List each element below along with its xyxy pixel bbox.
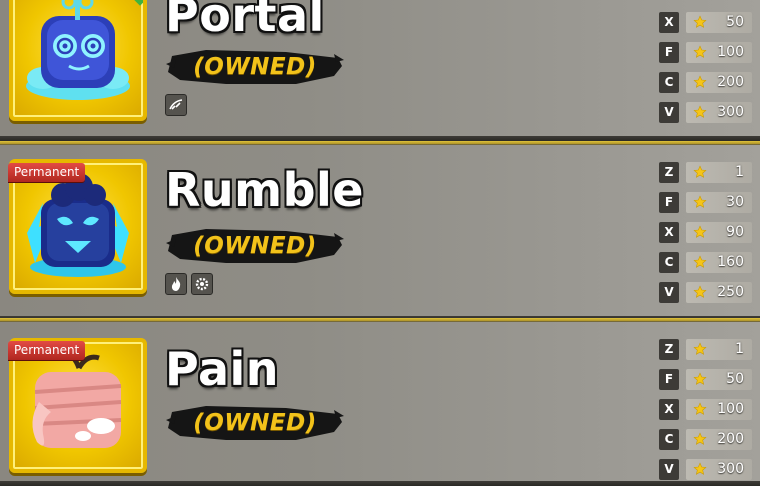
mastery-value: 1 xyxy=(735,341,744,357)
mastery-value: 200 xyxy=(717,431,744,447)
mastery-value: 160 xyxy=(717,254,744,270)
mastery-value: 300 xyxy=(717,104,744,120)
fruit-card-pain[interactable]: Permanent Pain (OWNED) Z 1 F 50 X 100 C … xyxy=(0,318,760,486)
owned-status: (OWNED) xyxy=(166,402,344,444)
mastery-requirement: 200 xyxy=(686,72,752,93)
mastery-value: 50 xyxy=(726,371,744,387)
move-key: C xyxy=(659,429,679,450)
star-icon xyxy=(693,255,707,268)
star-icon xyxy=(693,225,707,238)
move-key: V xyxy=(659,282,679,303)
mastery-requirement: 200 xyxy=(686,429,752,450)
move-key: F xyxy=(659,192,679,213)
owned-label: (OWNED) xyxy=(193,54,317,80)
move-row: C 200 xyxy=(659,429,755,451)
mastery-requirement: 100 xyxy=(686,399,752,420)
move-key: F xyxy=(659,42,679,63)
move-key: Z xyxy=(659,339,679,360)
owned-label: (OWNED) xyxy=(193,233,317,259)
move-key: C xyxy=(659,72,679,93)
mastery-requirement: 160 xyxy=(686,252,752,273)
portal-fruit-icon xyxy=(26,0,130,100)
flame-icon xyxy=(165,273,187,295)
move-row: C 200 xyxy=(659,72,755,94)
mastery-requirement: 1 xyxy=(686,162,752,183)
mastery-requirement: 250 xyxy=(686,282,752,303)
mastery-value: 1 xyxy=(735,164,744,180)
star-icon xyxy=(693,342,707,355)
fruit-card-portal[interactable]: Portal (OWNED) X 50 F 100 C 200 V 300 xyxy=(0,0,760,141)
mastery-value: 30 xyxy=(726,194,744,210)
owned-status: (OWNED) xyxy=(166,46,344,88)
star-icon xyxy=(693,285,707,298)
mastery-value: 50 xyxy=(726,14,744,30)
move-row: Z 1 xyxy=(659,339,755,361)
move-row: F 100 xyxy=(659,42,755,64)
mastery-value: 200 xyxy=(717,74,744,90)
fruit-card-rumble[interactable]: Permanent Rumble (OWNED) Z 1 F 30 X 90 C… xyxy=(0,141,760,321)
move-key: C xyxy=(659,252,679,273)
move-key: V xyxy=(659,459,679,480)
move-row: F 50 xyxy=(659,369,755,391)
ability-icons xyxy=(165,273,213,297)
star-icon xyxy=(693,75,707,88)
fruit-name: Rumble xyxy=(165,163,364,217)
move-row: V 250 xyxy=(659,282,755,304)
star-icon xyxy=(693,165,707,178)
mastery-requirement: 50 xyxy=(686,369,752,390)
ability-icons xyxy=(165,94,187,118)
permanent-badge: Permanent xyxy=(8,163,86,182)
mastery-requirement: 300 xyxy=(686,102,752,123)
star-icon xyxy=(693,432,707,445)
mastery-value: 90 xyxy=(726,224,744,240)
star-icon xyxy=(693,372,707,385)
mastery-requirement: 50 xyxy=(686,12,752,33)
mastery-requirement: 100 xyxy=(686,42,752,63)
star-icon xyxy=(693,462,707,475)
move-row: V 300 xyxy=(659,102,755,124)
mastery-value: 100 xyxy=(717,44,744,60)
star-icon xyxy=(693,195,707,208)
star-icon xyxy=(693,15,707,28)
move-key: F xyxy=(659,369,679,390)
mastery-requirement: 30 xyxy=(686,192,752,213)
mastery-value: 100 xyxy=(717,401,744,417)
fruit-list: Portal (OWNED) X 50 F 100 C 200 V 300 Pe… xyxy=(0,0,760,486)
rumble-fruit-icon xyxy=(27,173,129,277)
move-row: C 160 xyxy=(659,252,755,274)
mastery-value: 250 xyxy=(717,284,744,300)
fruit-icon-frame xyxy=(9,0,147,121)
pain-fruit-icon xyxy=(32,351,122,448)
move-row: X 100 xyxy=(659,399,755,421)
fruit-name: Pain xyxy=(165,342,280,396)
move-key: Z xyxy=(659,162,679,183)
mastery-requirement: 1 xyxy=(686,339,752,360)
move-key: X xyxy=(659,222,679,243)
star-icon xyxy=(693,105,707,118)
owned-status: (OWNED) xyxy=(166,225,344,267)
move-row: F 30 xyxy=(659,192,755,214)
star-icon xyxy=(693,402,707,415)
gear-icon xyxy=(191,273,213,295)
move-key: X xyxy=(659,399,679,420)
mastery-value: 300 xyxy=(717,461,744,477)
move-row: Z 1 xyxy=(659,162,755,184)
move-row: X 50 xyxy=(659,12,755,34)
mastery-requirement: 90 xyxy=(686,222,752,243)
move-row: X 90 xyxy=(659,222,755,244)
mastery-requirement: 300 xyxy=(686,459,752,480)
wind-swirl-icon xyxy=(165,94,187,116)
move-row: V 300 xyxy=(659,459,755,481)
move-key: V xyxy=(659,102,679,123)
owned-label: (OWNED) xyxy=(193,410,317,436)
move-key: X xyxy=(659,12,679,33)
fruit-name: Portal xyxy=(165,0,325,42)
star-icon xyxy=(693,45,707,58)
permanent-badge: Permanent xyxy=(8,341,86,360)
